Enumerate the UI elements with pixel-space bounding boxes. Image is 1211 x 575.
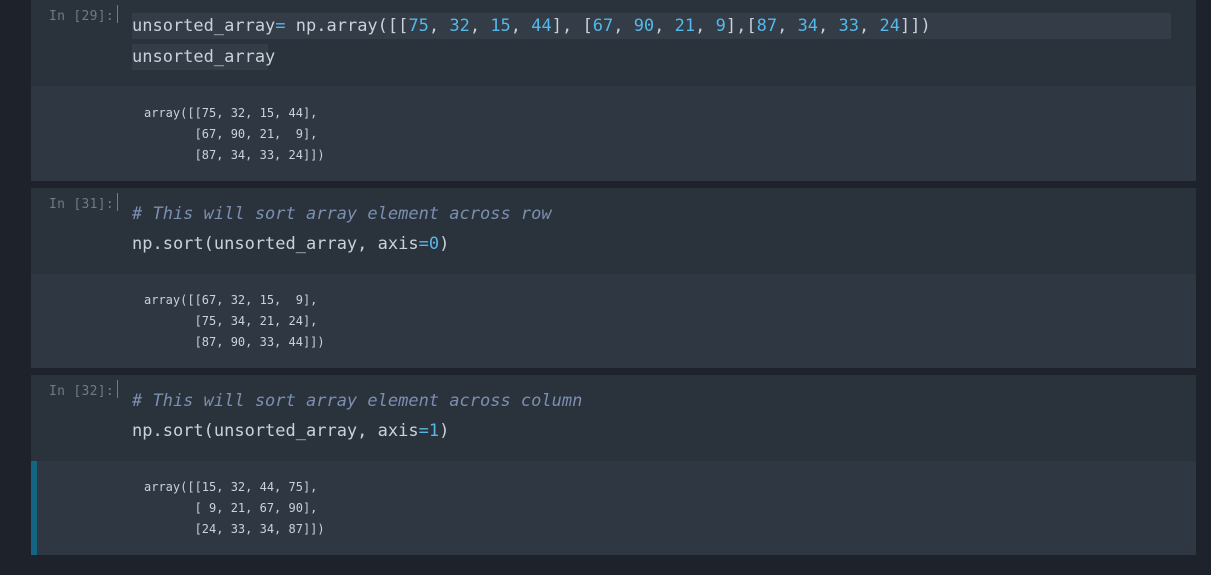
code-token-num: 21 bbox=[674, 16, 696, 36]
code-token: , bbox=[818, 16, 839, 36]
input-prompt: In [29]: bbox=[49, 9, 115, 24]
cell-output: array([[75, 32, 15, 44], [67, 90, 21, 9]… bbox=[31, 86, 1196, 181]
code-token: unsorted_array bbox=[132, 47, 276, 67]
code-token-op: = bbox=[275, 16, 286, 36]
code-token-num: 32 bbox=[449, 16, 470, 36]
code-token: , bbox=[777, 16, 798, 36]
code-token-num: 33 bbox=[838, 16, 860, 36]
output-line: array([[67, 32, 15, 9], bbox=[144, 293, 318, 307]
code-token-num: 90 bbox=[633, 16, 655, 36]
code-token-num: 9 bbox=[715, 16, 726, 36]
output-line: [87, 34, 33, 24]]) bbox=[144, 148, 325, 162]
code-token: np.sort(unsorted_array, axis bbox=[132, 421, 419, 441]
code-line-1[interactable]: # This will sort array element across co… bbox=[132, 388, 582, 414]
code-cell-29[interactable]: In [29]: unsorted_array= np.array([[75, … bbox=[31, 0, 1196, 181]
cell-input[interactable]: In [32]: # This will sort array element … bbox=[31, 375, 1196, 461]
code-token: np.sort(unsorted_array, axis bbox=[132, 234, 419, 254]
code-token-num: 15 bbox=[490, 16, 511, 36]
code-token: np.array([[ bbox=[285, 16, 409, 36]
code-token: ], [ bbox=[551, 16, 593, 36]
code-token-num: 67 bbox=[592, 16, 614, 36]
code-cell-32[interactable]: In [32]: # This will sort array element … bbox=[31, 375, 1196, 555]
cell-output: array([[67, 32, 15, 9], [75, 34, 21, 24]… bbox=[31, 274, 1196, 368]
output-line: [87, 90, 33, 44]]) bbox=[144, 335, 325, 349]
code-token: unsorted_array bbox=[132, 16, 276, 36]
code-token: , bbox=[510, 16, 532, 36]
code-token-num: 87 bbox=[756, 16, 778, 36]
prompt-divider bbox=[117, 193, 118, 211]
code-token: , bbox=[859, 16, 880, 36]
code-token-op: = bbox=[418, 234, 429, 254]
code-line-2[interactable]: np.sort(unsorted_array, axis=1) bbox=[132, 418, 449, 444]
code-token-num: 75 bbox=[408, 16, 429, 36]
cell-output: array([[15, 32, 44, 75], [ 9, 21, 67, 90… bbox=[37, 461, 1196, 555]
code-token: ) bbox=[439, 421, 450, 441]
input-prompt: In [32]: bbox=[49, 384, 115, 399]
code-token-num: 0 bbox=[428, 234, 440, 254]
output-line: array([[15, 32, 44, 75], bbox=[144, 480, 318, 494]
code-token-num: 1 bbox=[428, 421, 440, 441]
code-token-num: 24 bbox=[879, 16, 900, 36]
code-token-comment: # This will sort array element across ro… bbox=[132, 204, 552, 224]
code-line-1[interactable]: unsorted_array= np.array([[75, 32, 15, 4… bbox=[132, 13, 1171, 39]
output-line: [67, 90, 21, 9], bbox=[144, 127, 318, 141]
output-line: array([[75, 32, 15, 44], bbox=[144, 106, 318, 120]
code-token: , bbox=[654, 16, 675, 36]
output-line: [75, 34, 21, 24], bbox=[144, 314, 318, 328]
code-token-num: 34 bbox=[797, 16, 819, 36]
notebook: In [29]: unsorted_array= np.array([[75, … bbox=[31, 0, 1196, 575]
code-token: ]]) bbox=[899, 16, 931, 36]
cell-input[interactable]: In [31]: # This will sort array element … bbox=[31, 188, 1196, 274]
code-token-op: = bbox=[418, 421, 429, 441]
code-cell-31[interactable]: In [31]: # This will sort array element … bbox=[31, 188, 1196, 368]
code-line-1[interactable]: # This will sort array element across ro… bbox=[132, 201, 552, 227]
code-token: ],[ bbox=[725, 16, 757, 36]
prompt-divider bbox=[117, 380, 118, 398]
code-token: , bbox=[428, 16, 450, 36]
code-token: , bbox=[613, 16, 634, 36]
output-line: [24, 33, 34, 87]]) bbox=[144, 522, 325, 536]
code-token-num: 44 bbox=[531, 16, 552, 36]
code-line-2[interactable]: unsorted_array bbox=[132, 44, 275, 70]
code-token-comment: # This will sort array element across co… bbox=[132, 391, 583, 411]
output-line: [ 9, 21, 67, 90], bbox=[144, 501, 318, 515]
code-token: , bbox=[695, 16, 716, 36]
prompt-divider bbox=[117, 5, 118, 23]
code-token: ) bbox=[439, 234, 450, 254]
code-token: , bbox=[469, 16, 491, 36]
code-line-2[interactable]: np.sort(unsorted_array, axis=0) bbox=[132, 231, 449, 257]
input-prompt: In [31]: bbox=[49, 197, 115, 212]
cell-input[interactable]: In [29]: unsorted_array= np.array([[75, … bbox=[31, 0, 1196, 86]
